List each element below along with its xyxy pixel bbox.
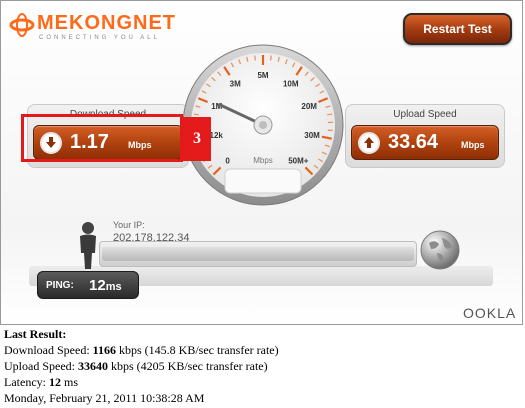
upload-arrow-icon	[358, 132, 380, 154]
gauge-tick-label: 50M+	[288, 156, 309, 165]
last-result: Last Result: Download Speed: 1166 kbps (…	[4, 326, 279, 406]
upload-value: 33.64	[388, 131, 439, 153]
restart-test-button[interactable]: Restart Test	[403, 13, 512, 45]
globe-icon	[420, 230, 460, 270]
last-result-download: Download Speed: 1166 kbps (145.8 KB/sec …	[4, 343, 279, 357]
upload-unit: Mbps	[461, 140, 485, 150]
gauge-unit-label: Mbps	[253, 156, 273, 165]
download-arrow-icon	[40, 132, 62, 154]
gauge-tick-label: 0	[225, 156, 230, 165]
last-result-timestamp: Monday, February 21, 2011 10:38:28 AM	[4, 391, 205, 405]
progress-fill	[102, 247, 414, 261]
person-icon	[80, 222, 96, 269]
gauge-minor-tick	[254, 55, 256, 61]
gauge-tick-label: 5M	[257, 71, 268, 80]
download-title: Download Speed	[69, 109, 147, 120]
ping-box: PING: 12ms	[37, 271, 139, 299]
gauge-tick-label: 10M	[283, 79, 299, 88]
last-result-latency: Latency: 12 ms	[4, 375, 78, 389]
logo-tagline: CONNECTING YOU ALL	[39, 35, 160, 41]
ookla-logo: OOKLA	[463, 305, 517, 321]
last-result-upload: Upload Speed: 33640 kbps (4205 KB/sec tr…	[4, 359, 268, 373]
ip-label: Your IP:	[113, 220, 145, 230]
upload-panel: Upload Speed 33.64 Mbps	[345, 104, 505, 168]
annotation-badge: 3	[183, 117, 211, 161]
ping-label: PING:	[46, 280, 74, 291]
speedtest-panel: MEKONGNET CONNECTING YOU ALL Restart Tes…	[0, 0, 523, 325]
download-meter: 1.17 Mbps	[33, 125, 183, 160]
last-result-heading: Last Result:	[4, 327, 67, 341]
gauge-tick-label: 3M	[230, 79, 241, 88]
ping-unit: ms	[105, 281, 122, 293]
mekongnet-logo: MEKONGNET CONNECTING YOU ALL	[9, 9, 199, 43]
gauge-tick-label: 30M	[304, 131, 320, 140]
download-panel: Download Speed 1.17 Mbps	[27, 104, 189, 168]
download-value: 1.17	[70, 131, 109, 153]
progress-track	[99, 241, 417, 267]
gauge-minor-tick	[270, 55, 272, 61]
upload-title: Upload Speed	[393, 109, 457, 120]
download-unit: Mbps	[128, 140, 152, 150]
upload-meter: 33.64 Mbps	[351, 125, 499, 160]
logo-swirl-icon	[9, 13, 35, 37]
gauge-minor-tick	[193, 113, 199, 116]
gauge-readout-box	[224, 168, 302, 194]
logo-text: MEKONGNET	[37, 12, 176, 34]
gauge-minor-tick	[327, 113, 333, 116]
ping-value: 12ms	[89, 277, 122, 294]
gauge-tick-label: 20M	[301, 102, 317, 111]
